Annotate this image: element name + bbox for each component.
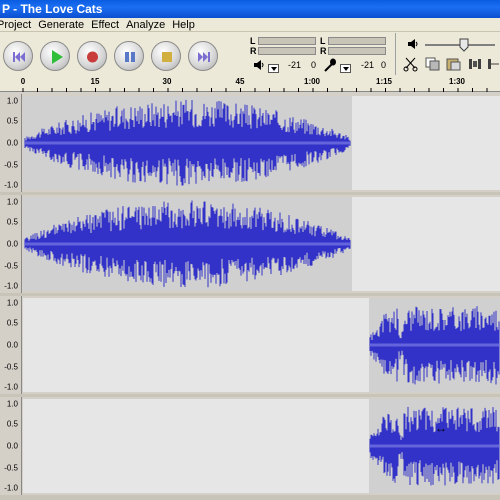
record-button[interactable] bbox=[77, 41, 107, 71]
menu-effect[interactable]: Effect bbox=[88, 18, 123, 32]
volume-slider-thumb[interactable] bbox=[459, 38, 469, 52]
playback-meter-level: 0 bbox=[311, 60, 317, 70]
record-meter-right-label: R bbox=[320, 46, 327, 56]
record-meter-level: 0 bbox=[381, 60, 387, 70]
play-icon bbox=[52, 50, 63, 64]
microphone-icon[interactable] bbox=[323, 58, 337, 72]
track-2-right[interactable]: 1.0 0.5 0.0 -0.5 -1.0 bbox=[0, 397, 500, 495]
playback-meter-dropdown[interactable] bbox=[268, 64, 279, 73]
timeline-ruler[interactable]: 0 15 30 45 1:00 1:15 1:30 bbox=[0, 76, 500, 92]
trim-icon[interactable] bbox=[468, 57, 482, 71]
playback-meter-left-label: L bbox=[250, 36, 256, 46]
waveform bbox=[24, 99, 351, 186]
ruler-minor-ticks bbox=[22, 88, 488, 92]
playback-meter-left-bar bbox=[258, 37, 316, 45]
waveform bbox=[24, 200, 351, 288]
paste-icon[interactable] bbox=[446, 57, 462, 71]
playback-meter-right-bar bbox=[258, 47, 316, 55]
stop-button[interactable] bbox=[151, 41, 181, 71]
audacity-window: P - The Love Cats Project Generate Effect A… bbox=[0, 0, 500, 500]
window-title: P - The Love Cats bbox=[2, 2, 103, 16]
copy-icon[interactable] bbox=[425, 57, 441, 71]
playback-meter-right-label: R bbox=[250, 46, 257, 56]
waveform bbox=[369, 306, 500, 385]
skip-end-icon bbox=[198, 52, 210, 62]
stop-icon bbox=[162, 52, 172, 62]
toolbar-divider bbox=[395, 33, 396, 75]
track-2-left[interactable]: 1.0 0.5 0.0 -0.5 -1.0 bbox=[0, 296, 500, 394]
silence-icon[interactable] bbox=[487, 57, 500, 71]
record-meter-right-bar bbox=[328, 47, 386, 55]
volume-speaker-icon bbox=[408, 39, 418, 49]
record-icon bbox=[87, 51, 98, 63]
title-bar[interactable]: P - The Love Cats bbox=[0, 0, 500, 18]
speaker-icon[interactable] bbox=[253, 60, 265, 70]
menu-bar: Project Generate Effect Analyze Help bbox=[0, 18, 500, 32]
menu-analyze[interactable]: Analyze bbox=[123, 18, 169, 32]
record-meter-left-bar bbox=[328, 37, 386, 45]
record-meter-left-label: L bbox=[320, 36, 326, 46]
time-shift-cursor-icon: ↔ bbox=[435, 421, 447, 435]
skip-end-button[interactable] bbox=[188, 41, 218, 71]
track-1-left[interactable]: 1.0 0.5 0.0 -0.5 -1.0 bbox=[0, 94, 500, 192]
play-button[interactable] bbox=[40, 41, 70, 71]
skip-start-button[interactable] bbox=[3, 41, 33, 71]
menu-help[interactable]: Help bbox=[169, 18, 199, 32]
record-meter-mark: -21 bbox=[361, 60, 375, 70]
pause-button[interactable] bbox=[114, 41, 144, 71]
pause-icon bbox=[125, 52, 135, 62]
skip-start-icon bbox=[13, 52, 25, 62]
record-meter-dropdown[interactable] bbox=[340, 64, 351, 73]
track-1-right[interactable]: 1.0 0.5 0.0 -0.5 -1.0 bbox=[0, 195, 500, 293]
playback-meter-mark: -21 bbox=[288, 60, 302, 70]
track-separator bbox=[0, 495, 500, 500]
waveform bbox=[369, 406, 500, 486]
cut-icon[interactable] bbox=[403, 56, 419, 72]
menu-project[interactable]: Project bbox=[0, 18, 35, 32]
menu-generate[interactable]: Generate bbox=[35, 18, 88, 32]
